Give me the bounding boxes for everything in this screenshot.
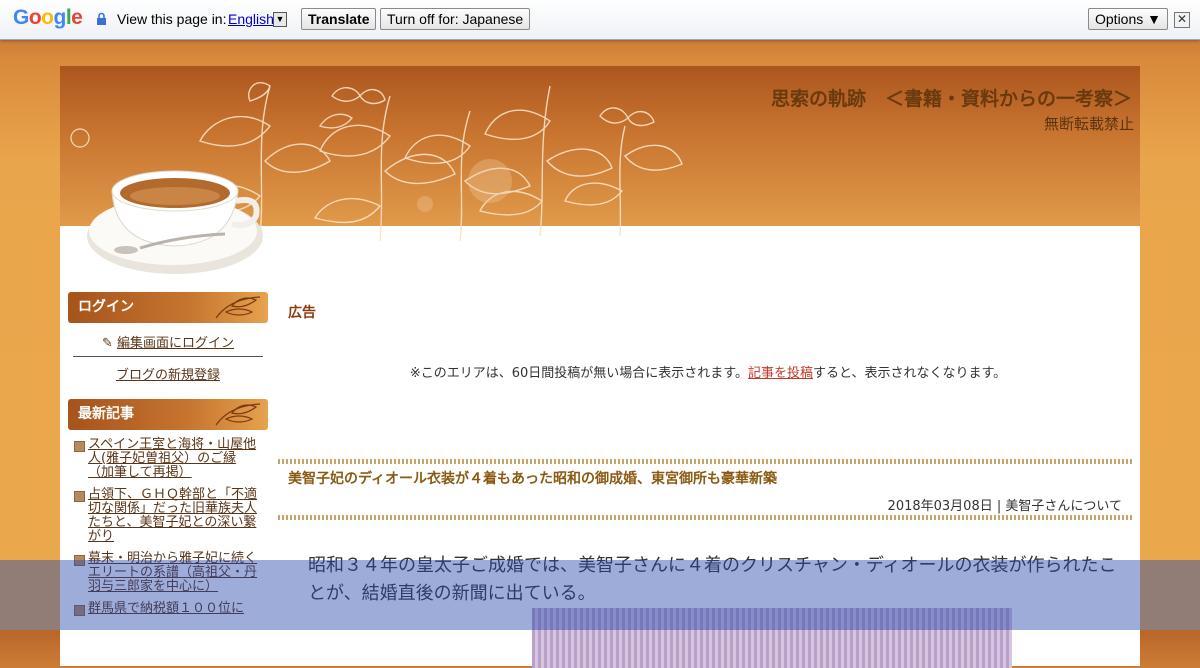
recent-posts-heading: 最新記事	[68, 399, 268, 430]
recent-post-link[interactable]: 幕末・明治から雅子妃に続くエリートの系譜（高祖父・丹羽与三郎家を中心に）	[88, 551, 257, 594]
login-heading-label: ログイン	[78, 299, 134, 315]
site-title[interactable]: 思索の軌跡 ＜書籍・資料からの一考察＞	[771, 84, 1132, 111]
turn-off-button[interactable]: Turn off for: Japanese	[380, 8, 531, 30]
list-item[interactable]: 占領下、ＧＨＱ幹部と「不適切な関係」だった旧華族夫人たちと、美智子妃との深い繋が…	[72, 488, 262, 544]
recent-heading-label: 最新記事	[78, 406, 134, 422]
tea-leaves-illustration	[70, 82, 683, 274]
ad-note-after: すると、表示されなくなります。	[812, 366, 1007, 381]
language-link[interactable]: English	[228, 11, 274, 27]
login-heading: ログイン	[68, 292, 268, 323]
recent-posts-list: スペイン王室と海将・山屋他人(雅子妃曽祖父）のご縁（加筆して再掲） 占領下、ＧＨ…	[72, 438, 262, 624]
login-link-label[interactable]: 編集画面にログイン	[117, 336, 234, 351]
ad-notice: ※このエリアは、60日間投稿が無い場合に表示されます。記事を投稿すると、表示され…	[288, 362, 1128, 381]
translate-button[interactable]: Translate	[301, 8, 377, 30]
box-icon	[74, 605, 85, 616]
list-item[interactable]: 群馬県で納税額１００位に	[72, 602, 262, 616]
lock-icon	[97, 12, 106, 25]
box-icon	[74, 555, 85, 566]
site-subtitle: 無断転載禁止	[1043, 115, 1134, 133]
post-body: 昭和３４年の皇太子ご成婚では、美智子さんに４着のクリスチャン・ディオールの衣装が…	[308, 555, 1117, 604]
box-icon	[74, 491, 85, 502]
ad-note-before: ※このエリアは、60日間投稿が無い場合に表示されます。	[409, 366, 748, 381]
login-link[interactable]: ✎ 編集画面にログイン	[72, 332, 264, 351]
translate-prompt: View this page in:	[117, 11, 227, 27]
close-icon[interactable]: ✕	[1174, 12, 1190, 28]
translate-bar: Google View this page in: English ▼ Tran…	[0, 0, 1200, 40]
sidebar-divider	[73, 356, 263, 357]
dotted-divider	[278, 515, 1132, 520]
dotted-divider	[278, 459, 1132, 464]
recent-post-link[interactable]: 占領下、ＧＨＱ幹部と「不適切な関係」だった旧華族夫人たちと、美智子妃との深い繋が…	[88, 487, 257, 544]
list-item[interactable]: スペイン王室と海将・山屋他人(雅子妃曽祖父）のご縁（加筆して再掲）	[72, 438, 262, 480]
blog-page: 思索の軌跡 ＜書籍・資料からの一考察＞ 無断転載禁止 ログイン ✎ 編集画面にロ…	[60, 66, 1140, 668]
box-icon	[74, 441, 85, 452]
blog-header: 思索の軌跡 ＜書籍・資料からの一考察＞ 無断転載禁止	[60, 66, 1140, 274]
pen-icon: ✎	[101, 336, 113, 351]
register-link-label[interactable]: ブログの新規登録	[116, 368, 220, 383]
post-image	[532, 608, 1012, 668]
post-title[interactable]: 美智子妃のディオール衣装が４着もあった昭和の御成婚、東宮御所も豪華新築	[288, 468, 777, 488]
post-article-link[interactable]: 記事を投稿	[748, 366, 813, 381]
post-date: 2018年03月08日	[887, 499, 993, 514]
register-link[interactable]: ブログの新規登録	[72, 364, 264, 383]
language-dropdown-icon[interactable]: ▼	[273, 12, 287, 27]
leaf-icon	[215, 403, 261, 426]
post-category-link[interactable]: 美智子さんについて	[1005, 499, 1122, 514]
recent-post-link[interactable]: 群馬県で納税額１００位に	[88, 601, 244, 616]
list-item[interactable]: 幕末・明治から雅子妃に続くエリートの系譜（高祖父・丹羽与三郎家を中心に）	[72, 552, 262, 594]
leaf-icon	[215, 296, 261, 319]
recent-post-link[interactable]: スペイン王室と海将・山屋他人(雅子妃曽祖父）のご縁（加筆して再掲）	[88, 437, 256, 480]
post-meta: 2018年03月08日 | 美智子さんについて	[887, 499, 1122, 514]
ad-heading: 広告	[288, 305, 316, 321]
options-button[interactable]: Options ▼	[1088, 8, 1168, 30]
google-logo: Google	[13, 6, 83, 29]
